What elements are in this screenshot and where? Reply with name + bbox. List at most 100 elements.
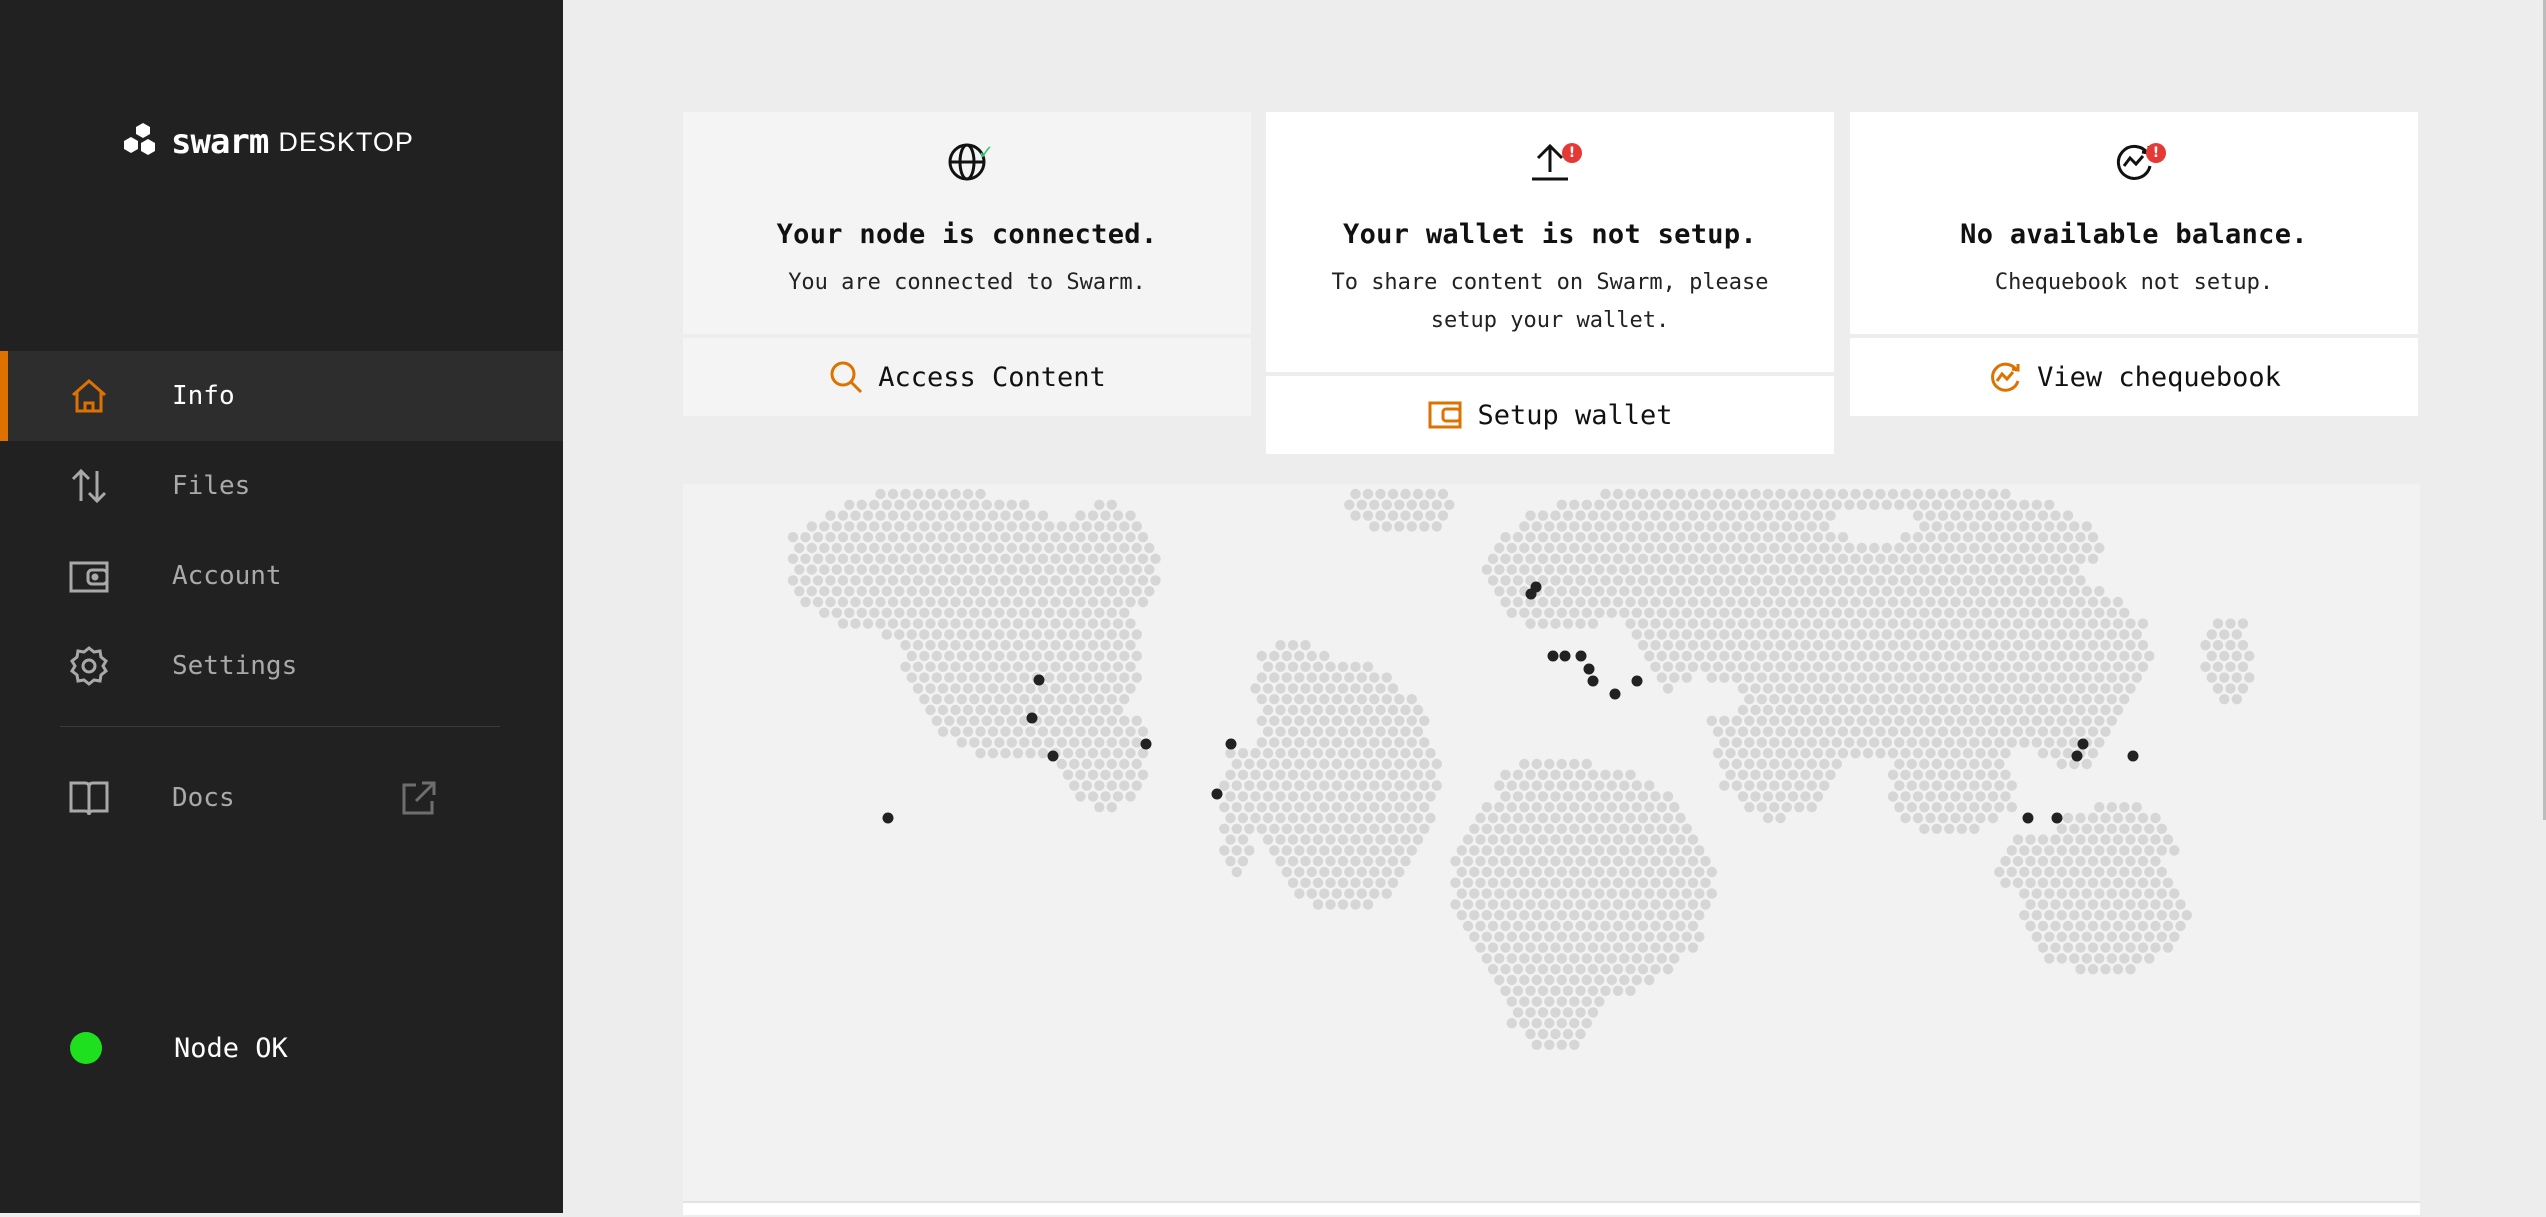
map-dot <box>925 575 936 586</box>
map-dot <box>1312 791 1324 802</box>
map-dot <box>2006 672 2018 683</box>
map-dot <box>2069 586 2080 597</box>
map-dot <box>1969 521 1980 532</box>
setup-wallet-button[interactable]: Setup wallet <box>1266 376 1834 454</box>
map-dot <box>1837 618 1849 629</box>
map-dot <box>1850 596 1861 608</box>
map-dot <box>1744 672 1755 683</box>
map-dot <box>950 640 961 651</box>
sidebar-item-account[interactable]: Account <box>0 531 563 621</box>
sidebar-item-info[interactable]: Info <box>0 351 563 441</box>
map-dot <box>1944 499 1955 510</box>
view-chequebook-button[interactable]: View chequebook <box>1850 338 2418 416</box>
map-dot <box>1950 748 1961 759</box>
map-dot <box>1975 618 1986 629</box>
map-dot <box>894 586 905 597</box>
map-dot <box>1800 640 1811 651</box>
map-dot <box>1119 542 1130 554</box>
map-dot <box>1112 553 1124 564</box>
map-dot <box>2131 931 2142 942</box>
map-dot <box>1581 996 1592 1007</box>
map-dot <box>831 564 842 575</box>
sidebar-item-settings[interactable]: Settings <box>0 621 563 711</box>
map-dot <box>1287 834 1299 845</box>
map-dot <box>1681 499 1692 510</box>
map-dot <box>1081 542 1092 554</box>
map-dot <box>1087 553 1099 564</box>
map-dot <box>1506 780 1517 791</box>
map-dot <box>1981 499 1993 510</box>
map-dot <box>1056 564 1067 575</box>
map-dot <box>2100 812 2111 824</box>
map-dot <box>1531 802 1542 813</box>
map-dot <box>1037 510 1049 521</box>
map-dot <box>1775 575 1786 586</box>
map-dot <box>1794 650 1805 662</box>
map-dot <box>2006 737 2018 748</box>
map-dot <box>1531 974 1542 986</box>
map-dot <box>1837 596 1849 608</box>
map-dot <box>1550 942 1561 953</box>
map-dot <box>1656 910 1667 921</box>
map-dot <box>2094 650 2105 662</box>
map-dot <box>1612 510 1624 521</box>
map-dot <box>1569 823 1580 834</box>
map-dot <box>1112 532 1124 543</box>
map-dot <box>1544 974 1555 986</box>
map-dot <box>1569 802 1580 813</box>
map-dot <box>1475 877 1486 888</box>
map-dot <box>1737 704 1749 716</box>
map-dot <box>1525 812 1536 824</box>
map-dot <box>1931 672 1943 683</box>
map-dot <box>1875 488 1886 500</box>
map-dot <box>1300 640 1311 651</box>
map-dot <box>931 715 942 726</box>
map-dot <box>1744 564 1755 575</box>
map-dot <box>1325 769 1336 780</box>
map-dot <box>1350 661 1361 672</box>
sidebar-item-files[interactable]: Files <box>0 441 563 531</box>
map-dot <box>1506 931 1517 942</box>
map-dot <box>1244 845 1255 856</box>
access-content-button[interactable]: Access Content <box>683 338 1251 416</box>
map-dot <box>1606 823 1617 834</box>
map-dot <box>1125 532 1136 543</box>
map-dot <box>1056 586 1067 597</box>
map-dot <box>1500 596 1511 608</box>
map-dot <box>1044 672 1055 683</box>
map-dot <box>1706 650 1717 662</box>
map-dot <box>1925 661 1936 672</box>
map-dot <box>1975 769 1986 780</box>
map-dot <box>994 672 1005 683</box>
map-dot <box>1569 586 1580 597</box>
map-dot <box>1075 575 1086 586</box>
map-dot <box>1887 748 1899 759</box>
map-dot <box>2037 532 2049 543</box>
map-dot <box>1550 856 1561 867</box>
map-dot <box>2081 629 2092 640</box>
map-dot <box>906 672 917 683</box>
map-dot <box>1650 856 1661 867</box>
sidebar-item-docs[interactable]: Docs <box>0 743 563 853</box>
map-dot <box>1456 845 1467 856</box>
map-dot <box>1237 791 1249 802</box>
map-dot <box>1300 726 1311 737</box>
map-dot <box>1331 802 1342 813</box>
map-dot <box>975 510 986 521</box>
map-dot <box>2131 823 2142 834</box>
map-dot <box>2125 899 2136 910</box>
brand-logo[interactable]: swarm DESKTOP <box>119 118 414 166</box>
map-dot <box>1675 920 1686 932</box>
map-dot <box>1800 596 1811 608</box>
map-dot <box>856 586 867 597</box>
map-dot <box>1869 650 1880 662</box>
map-dot <box>1094 499 1105 510</box>
map-dot <box>2106 607 2117 618</box>
map-dot <box>844 607 855 618</box>
map-dot <box>950 726 961 737</box>
map-dot <box>1494 780 1505 791</box>
map-dot <box>1381 802 1392 813</box>
map-dot <box>1969 694 1980 705</box>
map-dot <box>1887 488 1899 500</box>
map-dot <box>2094 715 2105 726</box>
